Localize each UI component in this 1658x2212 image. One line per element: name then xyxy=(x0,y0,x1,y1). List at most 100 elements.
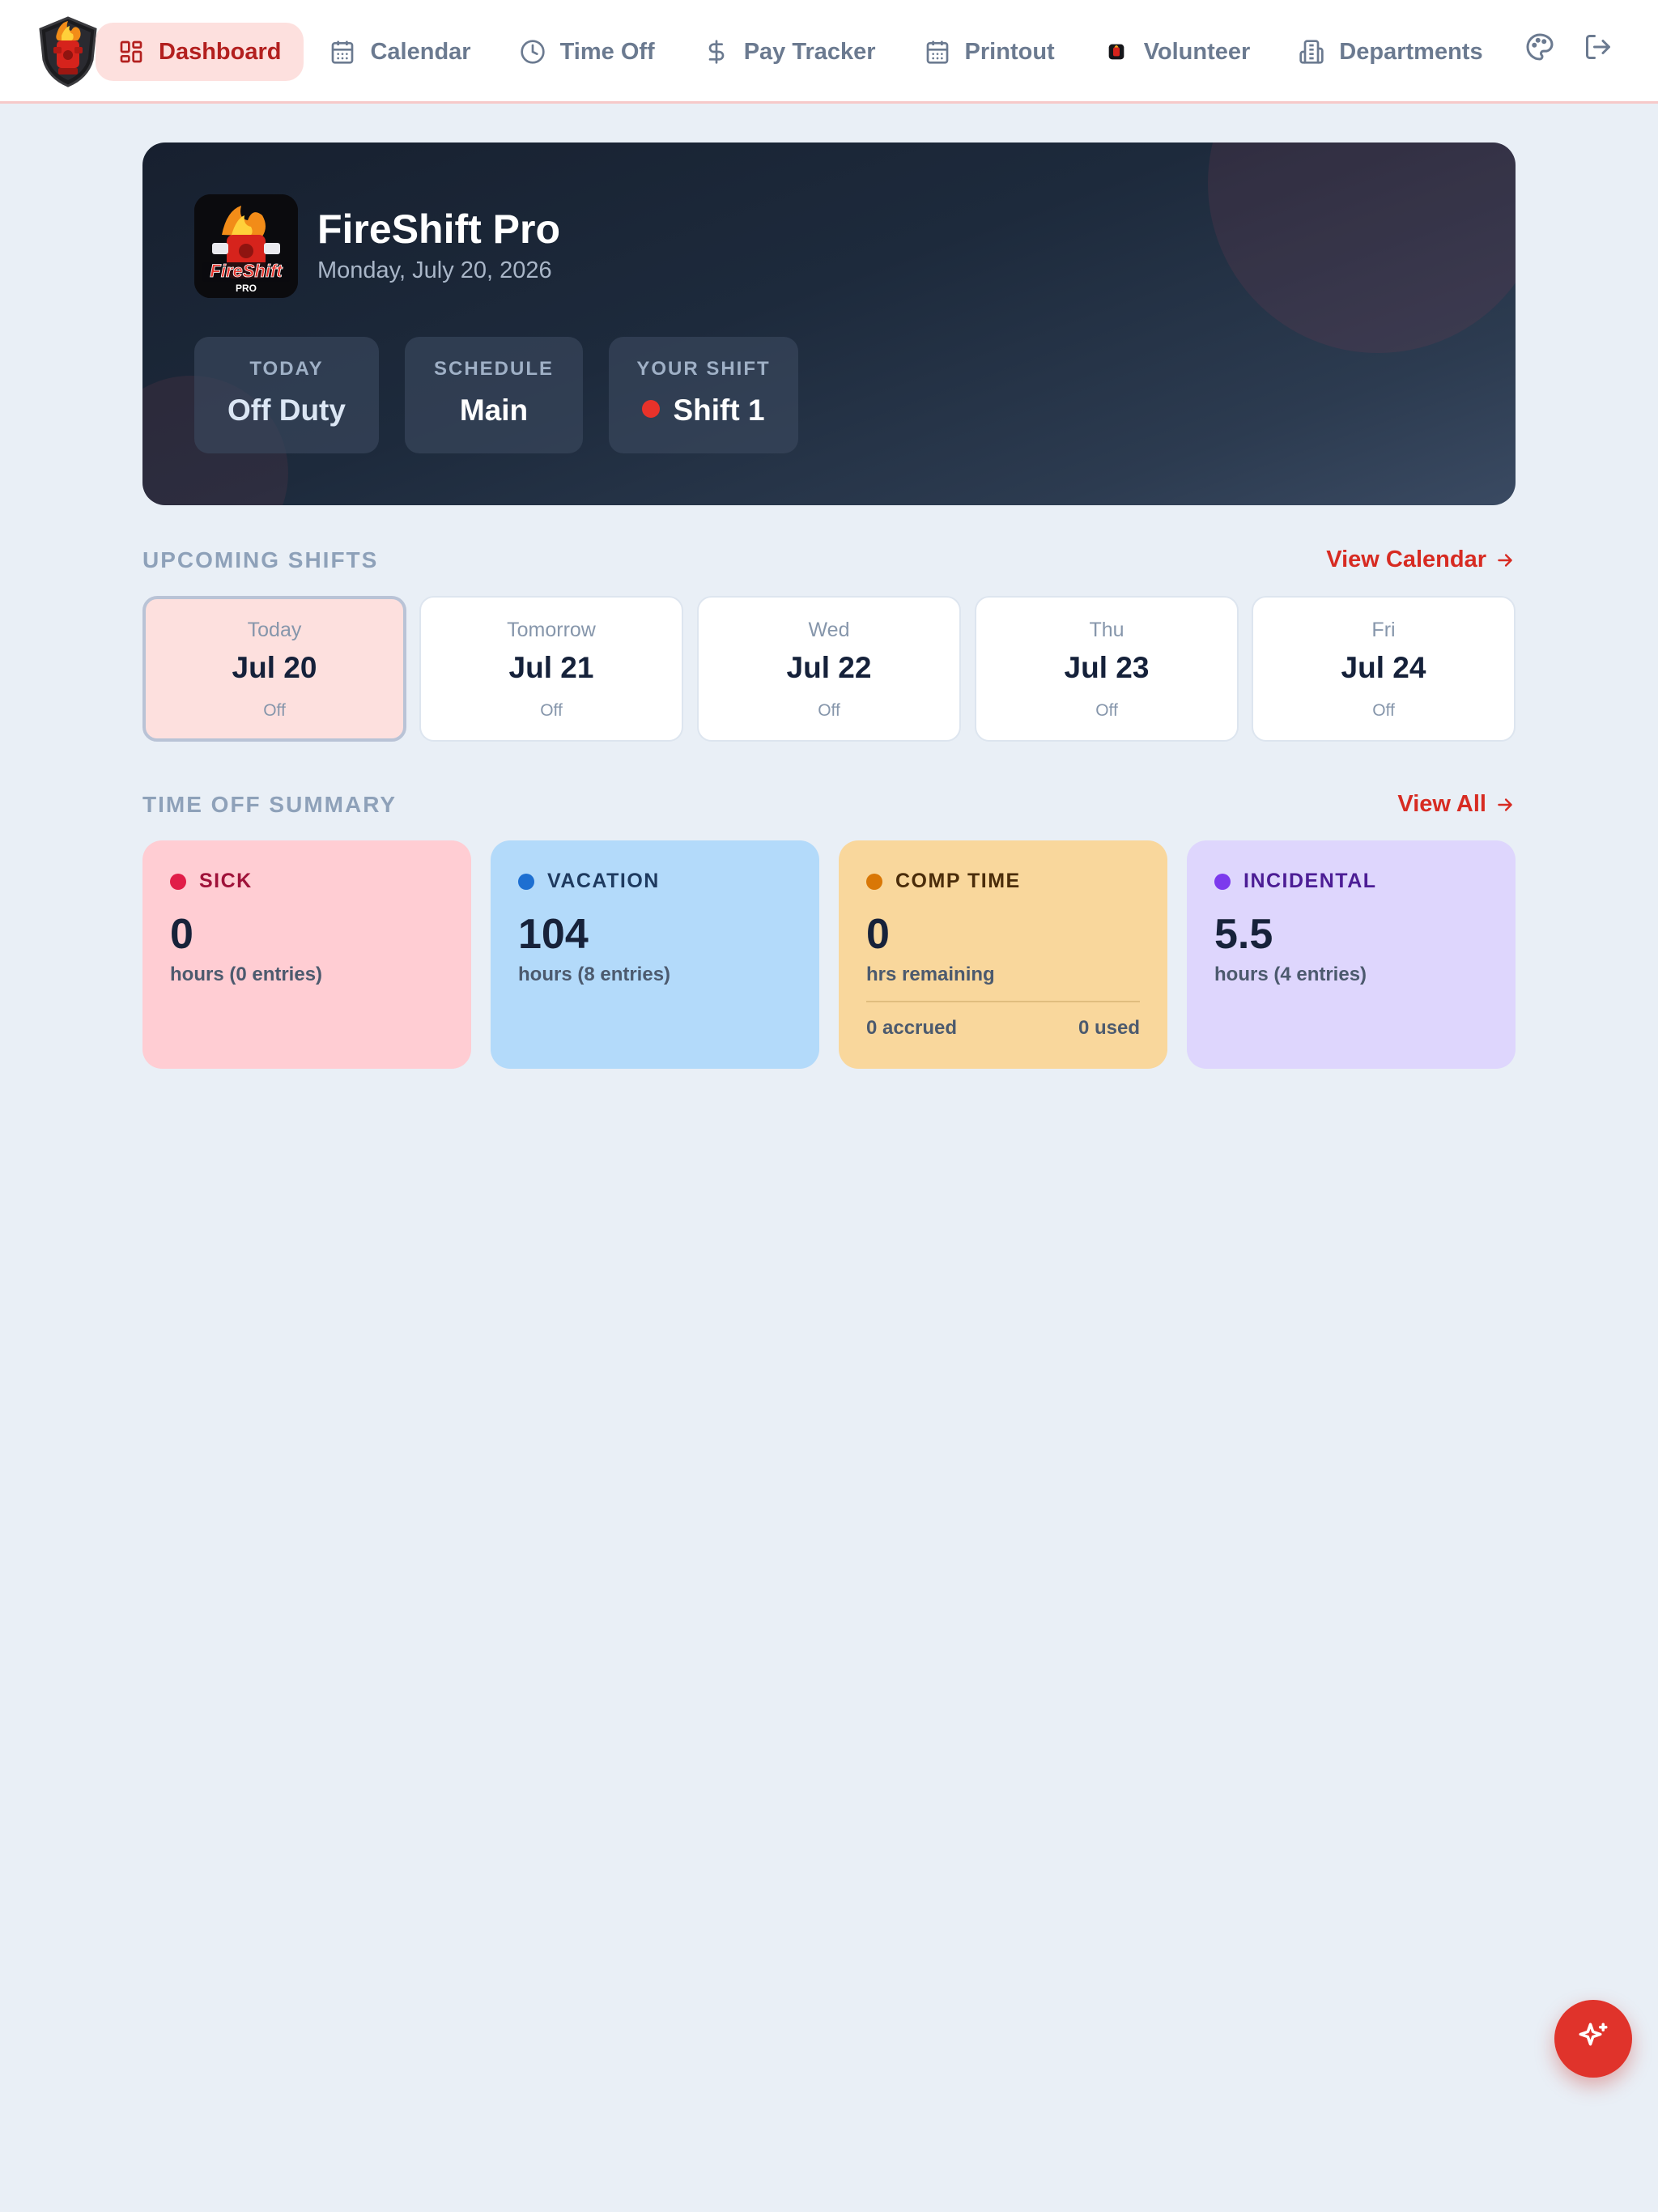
comp-time-subtext: hrs remaining xyxy=(866,963,995,985)
shift-card[interactable]: Fri Jul 24 Off xyxy=(1252,596,1516,742)
stat-today-label: TODAY xyxy=(249,358,324,380)
vacation-card[interactable]: VACATION 104 hours (8 entries) xyxy=(491,840,819,1069)
nav-printout-label: Printout xyxy=(964,38,1055,65)
shift-date: Jul 23 xyxy=(1064,651,1150,684)
shift-indicator-dot xyxy=(642,400,661,418)
sick-label: SICK xyxy=(199,870,253,892)
nav-time-off[interactable]: Time Off xyxy=(497,23,678,81)
building-icon xyxy=(1299,39,1324,65)
shift-day: Thu xyxy=(1089,619,1124,641)
volunteer-app-icon xyxy=(1103,39,1129,65)
view-calendar-link[interactable]: View Calendar xyxy=(1326,547,1516,573)
shift-card[interactable]: Tomorrow Jul 21 Off xyxy=(419,596,683,742)
comp-time-dot xyxy=(866,873,882,890)
shift-day: Fri xyxy=(1371,619,1396,641)
sick-subtext: hours (0 entries) xyxy=(170,963,323,985)
nav-calendar-label: Calendar xyxy=(370,38,471,65)
nav-volunteer-label: Volunteer xyxy=(1143,38,1251,65)
nav-calendar[interactable]: Calendar xyxy=(307,23,493,81)
shift-status: Off xyxy=(818,701,840,720)
calendar-icon xyxy=(329,39,355,65)
stat-today: TODAY Off Duty xyxy=(194,337,379,453)
shift-status: Off xyxy=(540,701,563,720)
sick-dot xyxy=(170,873,186,890)
shift-card-today[interactable]: Today Jul 20 Off xyxy=(142,596,406,742)
vacation-label: VACATION xyxy=(547,870,660,892)
shift-day: Today xyxy=(247,619,302,641)
nav-pay-tracker-label: Pay Tracker xyxy=(743,38,876,65)
shift-date: Jul 24 xyxy=(1341,651,1426,684)
ai-assistant-button[interactable] xyxy=(1554,2000,1632,2078)
sick-value: 0 xyxy=(170,911,193,958)
decorative-circle xyxy=(1208,143,1516,353)
arrow-right-icon xyxy=(1494,550,1516,571)
current-date: Monday, July 20, 2026 xyxy=(317,257,552,283)
shift-date: Jul 20 xyxy=(232,651,317,684)
comp-time-card[interactable]: COMP TIME 0 hrs remaining 0 accrued 0 us… xyxy=(839,840,1167,1069)
clock-icon xyxy=(520,39,546,65)
app-logo-icon[interactable] xyxy=(36,15,100,87)
view-all-link[interactable]: View All xyxy=(1397,791,1516,818)
view-calendar-label: View Calendar xyxy=(1326,547,1486,572)
logo-wordmark: FireShift xyxy=(210,261,283,281)
incidental-value: 5.5 xyxy=(1214,911,1273,958)
logout-icon[interactable] xyxy=(1584,32,1613,62)
sick-card-header: SICK xyxy=(170,870,253,893)
stat-today-value: Off Duty xyxy=(227,393,346,427)
stat-shift-label: YOUR SHIFT xyxy=(636,358,771,380)
sparkle-icon xyxy=(1576,2020,1610,2058)
vacation-dot xyxy=(518,873,534,890)
comp-time-label: COMP TIME xyxy=(895,870,1021,892)
dollar-icon xyxy=(704,39,729,65)
shift-day: Tomorrow xyxy=(507,619,596,641)
sick-card[interactable]: SICK 0 hours (0 entries) xyxy=(142,840,471,1069)
shift-card[interactable]: Wed Jul 22 Off xyxy=(697,596,961,742)
nav-volunteer[interactable]: Volunteer xyxy=(1081,23,1273,81)
vacation-value: 104 xyxy=(518,911,589,958)
shift-card[interactable]: Thu Jul 23 Off xyxy=(975,596,1239,742)
comp-time-accrued: 0 accrued xyxy=(866,1017,958,1039)
nav-dashboard[interactable]: Dashboard xyxy=(96,23,304,81)
incidental-dot xyxy=(1214,873,1231,890)
comp-time-value: 0 xyxy=(866,911,890,958)
nav-departments[interactable]: Departments xyxy=(1276,23,1505,81)
comp-time-card-header: COMP TIME xyxy=(866,870,1021,893)
comp-time-used: 0 used xyxy=(1078,1017,1140,1039)
stat-schedule-value: Main xyxy=(459,393,529,427)
shift-date: Jul 21 xyxy=(508,651,594,684)
divider xyxy=(866,1001,1140,1002)
stat-shift-value-wrap: Shift 1 xyxy=(609,393,798,428)
shift-status: Off xyxy=(263,701,286,720)
nav-printout[interactable]: Printout xyxy=(902,23,1078,81)
stat-your-shift: YOUR SHIFT Shift 1 xyxy=(609,337,798,453)
hero-banner: FireShift PRO FireShift Pro Monday, July… xyxy=(142,143,1516,505)
vacation-card-header: VACATION xyxy=(518,870,660,893)
app-title: FireShift Pro xyxy=(317,206,561,252)
nav-departments-label: Departments xyxy=(1339,38,1483,65)
logo-sub-wordmark: PRO xyxy=(236,283,257,294)
time-off-summary-title: TIME OFF SUMMARY xyxy=(142,792,397,817)
shift-day: Wed xyxy=(808,619,850,641)
stat-schedule: SCHEDULE Main xyxy=(405,337,583,453)
shift-status: Off xyxy=(1095,701,1118,720)
shift-status: Off xyxy=(1372,701,1395,720)
stat-schedule-label: SCHEDULE xyxy=(433,358,554,380)
nav-pay-tracker[interactable]: Pay Tracker xyxy=(681,23,899,81)
shift-date: Jul 22 xyxy=(786,651,872,684)
dashboard-icon xyxy=(118,39,144,65)
incidental-subtext: hours (4 entries) xyxy=(1214,963,1367,985)
incidental-card[interactable]: INCIDENTAL 5.5 hours (4 entries) xyxy=(1187,840,1516,1069)
stat-shift-value: Shift 1 xyxy=(673,393,765,427)
palette-icon[interactable] xyxy=(1525,32,1554,62)
arrow-right-icon xyxy=(1494,794,1516,815)
calendar-icon xyxy=(925,39,950,65)
incidental-label: INCIDENTAL xyxy=(1244,870,1377,892)
top-nav: Dashboard Calendar Time Off Pay Tracker … xyxy=(0,0,1658,104)
incidental-card-header: INCIDENTAL xyxy=(1214,870,1377,893)
upcoming-shifts-title: UPCOMING SHIFTS xyxy=(142,547,379,572)
nav-time-off-label: Time Off xyxy=(559,38,655,65)
vacation-subtext: hours (8 entries) xyxy=(518,963,671,985)
nav-dashboard-label: Dashboard xyxy=(159,38,282,65)
fireshift-logo-icon: FireShift PRO xyxy=(194,194,298,298)
view-all-label: View All xyxy=(1397,791,1486,817)
